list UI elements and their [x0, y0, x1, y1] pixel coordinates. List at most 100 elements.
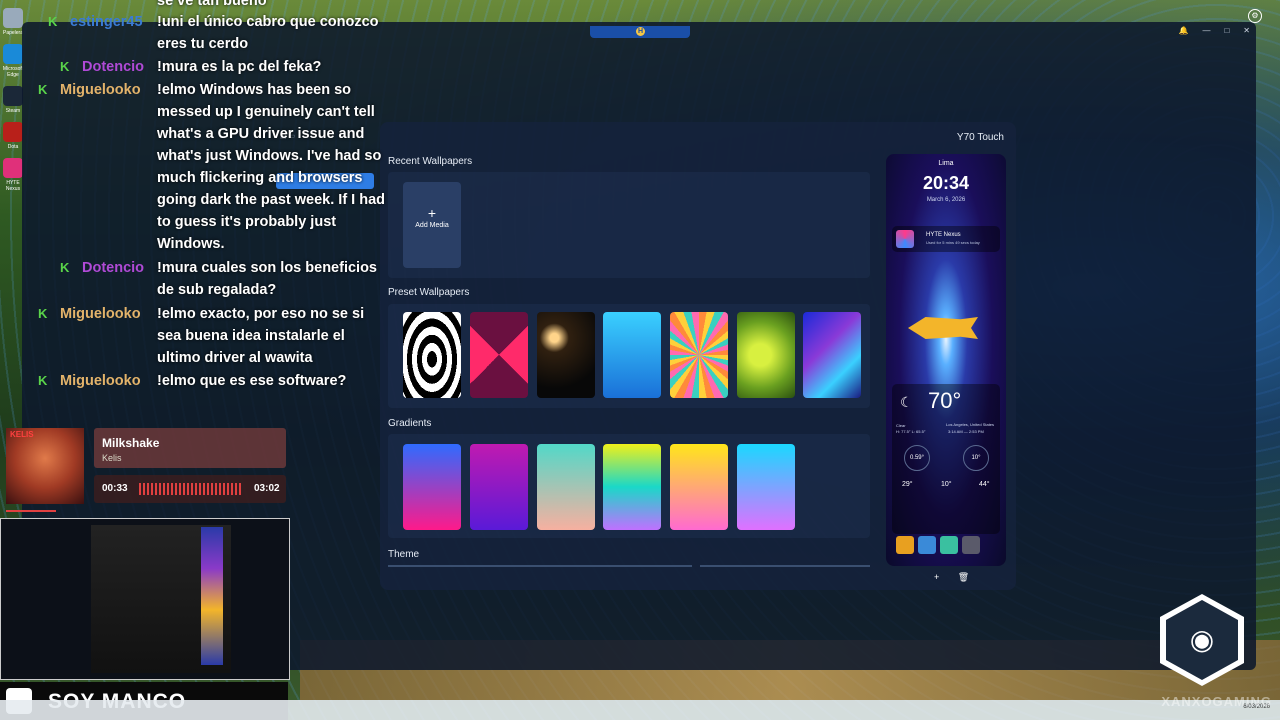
- chat-message: K estinger45 !uni el único cabro que con…: [30, 11, 390, 55]
- preset-neon-diamond[interactable]: [470, 312, 528, 398]
- track-info: Milkshake Kelis: [94, 428, 286, 468]
- track-artist: Kelis: [102, 453, 122, 463]
- watermark: XANXOGAMING: [1161, 694, 1272, 709]
- hyte-logo-icon: H: [636, 27, 645, 36]
- edge-icon[interactable]: [3, 44, 23, 64]
- preset-liquid-chrome[interactable]: [803, 312, 861, 398]
- now-playing-widget: KELIS Milkshake Kelis 00:33 03:02: [6, 428, 286, 504]
- preview-nexus-card: HYTE Nexus Used for 5 mins 49 secs today: [892, 226, 1000, 252]
- chat-username: Miguelooko: [60, 373, 141, 389]
- add-media-label: Add Media: [415, 222, 449, 229]
- chat-text: !elmo Windows has been so messed up I ge…: [157, 82, 386, 252]
- track-duration: 03:02: [254, 483, 280, 494]
- gauge-two: 10°: [963, 445, 989, 471]
- preview-date: March 6, 2026: [926, 197, 966, 203]
- gauge-one: 0.59°: [904, 445, 930, 471]
- recycle-bin-icon[interactable]: [3, 8, 23, 28]
- preset-wallpapers-list: [388, 304, 870, 408]
- stat-one: 29°: [902, 481, 913, 488]
- kick-badge-icon: K: [38, 373, 48, 388]
- preset-planet[interactable]: [537, 312, 595, 398]
- chat-message: K Miguelooko !elmo exacto, por eso no se…: [30, 303, 390, 369]
- chat-username: Miguelooko: [60, 82, 141, 98]
- steam-icon[interactable]: [3, 86, 23, 106]
- theme-title: Theme: [388, 549, 420, 560]
- music-progress: [6, 510, 56, 512]
- weather-place: Los Angeles, United States: [946, 422, 995, 427]
- theme-option-dark[interactable]: [388, 565, 692, 567]
- chat-username: Dotencio: [82, 260, 145, 276]
- gradient-swatch-magenta-purple[interactable]: [470, 444, 528, 530]
- pc-case-screen: [201, 527, 223, 665]
- dota-icon[interactable]: [3, 122, 23, 142]
- add-media-button[interactable]: + Add Media: [403, 182, 461, 268]
- taskbar: 6/03/2026: [0, 700, 1280, 720]
- chat-message: K Miguelooko !elmo que es ese software?: [30, 370, 390, 392]
- chrome-icon: [940, 536, 958, 554]
- preview-temperature: 70°: [928, 388, 962, 413]
- theme-option-light[interactable]: [700, 565, 870, 567]
- kick-badge-icon: K: [60, 260, 70, 275]
- folder-icon: [896, 536, 914, 554]
- album-art: KELIS: [6, 428, 84, 504]
- weather-time: 3:14 AM — 2:53 PM: [948, 429, 984, 434]
- player-bar: 00:33 03:02: [94, 475, 286, 503]
- gradient-swatch-cyan-violet[interactable]: [737, 444, 795, 530]
- chat-message: K Dotencio !mura cuales son los benefici…: [30, 257, 390, 301]
- maximize-icon[interactable]: □: [1224, 26, 1229, 35]
- nexus-subtitle: Used for 5 mins 49 secs today: [926, 240, 980, 245]
- gradient-swatch-yellow-teal-violet[interactable]: [603, 444, 661, 530]
- preset-leaf[interactable]: [737, 312, 795, 398]
- gradients-list: [388, 434, 870, 538]
- nexus-title: HYTE Nexus: [926, 232, 961, 238]
- notification-icon[interactable]: 🔔: [1178, 26, 1188, 35]
- plus-icon: +: [427, 205, 437, 221]
- device-name: Y70 Touch: [956, 132, 1004, 143]
- recent-wallpapers-title: Recent Wallpapers: [388, 156, 473, 167]
- minimize-icon[interactable]: —: [1202, 26, 1210, 35]
- waveform-icon: [139, 483, 243, 495]
- block-game-icon: [962, 536, 980, 554]
- preset-retro-burst[interactable]: [670, 312, 728, 398]
- weather-range: H: 77.5° L: 65.5°: [896, 429, 926, 434]
- chat-message: K Dotencio !mura es la pc del feka?: [30, 56, 390, 78]
- chat-username: Miguelooko: [60, 306, 141, 322]
- photos-icon: [918, 536, 936, 554]
- pig-mascot-icon: ◉: [1166, 600, 1238, 680]
- stat-three: 44°: [979, 481, 990, 488]
- preset-abstract-swirl[interactable]: [403, 312, 461, 398]
- gradient-swatch-yellow-pink[interactable]: [670, 444, 728, 530]
- preview-city: Lima: [938, 160, 954, 167]
- chat-username: Dotencio: [82, 59, 145, 75]
- preview-actions[interactable]: + 🗑: [934, 572, 977, 583]
- kick-badge-icon: K: [60, 59, 70, 74]
- recent-wallpapers-list: + Add Media: [388, 172, 870, 278]
- weather-condition: Clear: [896, 423, 906, 428]
- close-icon[interactable]: ✕: [1243, 26, 1250, 35]
- theme-options: [388, 565, 870, 568]
- top-drag-tab[interactable]: H: [590, 26, 690, 38]
- hyte-nexus-icon[interactable]: [3, 158, 23, 178]
- elapsed-time: 00:33: [102, 483, 128, 494]
- album-text: KELIS: [10, 430, 34, 439]
- pixel-fish-icon: [908, 317, 978, 339]
- chat-message: K Miguelooko !elmo Windows has been so m…: [30, 79, 390, 255]
- stat-two: 10°: [941, 481, 952, 488]
- pc-case: [91, 525, 231, 673]
- preset-wallpapers-title: Preset Wallpapers: [388, 287, 470, 298]
- gradients-title: Gradients: [388, 418, 432, 429]
- kick-badge-icon: K: [38, 306, 48, 321]
- preset-koi-fish[interactable]: [603, 312, 661, 398]
- track-title: Milkshake: [102, 436, 160, 450]
- webcam-feed: [0, 518, 290, 680]
- kick-badge-icon: K: [48, 14, 58, 29]
- chat-username: estinger45: [70, 14, 143, 30]
- preview-time: 20:34: [922, 173, 970, 193]
- kick-badge-icon: K: [38, 82, 48, 97]
- moon-icon: ☾: [900, 394, 913, 410]
- nexus-logo-icon: [896, 230, 914, 248]
- gradient-swatch-teal-peach[interactable]: [537, 444, 595, 530]
- gradient-swatch-blue-pink[interactable]: [403, 444, 461, 530]
- device-preview[interactable]: Lima 20:34 March 6, 2026 HYTE Nexus Used…: [886, 154, 1006, 566]
- settings-icon[interactable]: ⚙: [1248, 9, 1262, 23]
